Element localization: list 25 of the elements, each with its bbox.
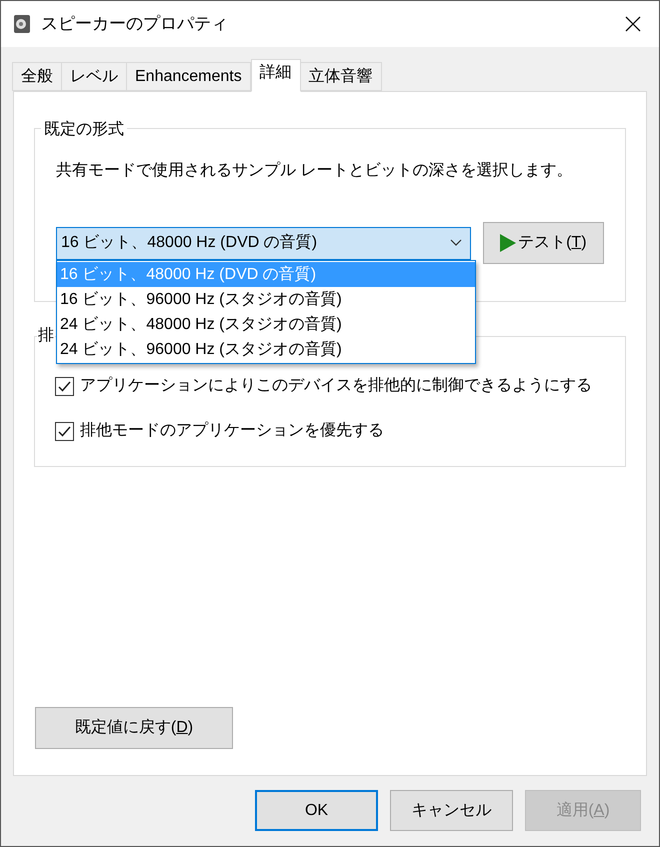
tab[interactable]: 全般 [12, 62, 62, 91]
dropdown-option[interactable]: 24 ビット、48000 Hz (スタジオの音質) [57, 312, 475, 336]
dialog-button[interactable]: OK [255, 790, 378, 831]
checkbox-label: アプリケーションによりこのデバイスを排他的に制御できるようにする [80, 376, 592, 396]
checkmark-icon [58, 426, 71, 436]
description: 共有モードで使用されるサンプル レートとビットの深さを選択します。 [56, 160, 574, 181]
dialog-button[interactable]: キャンセル [390, 790, 513, 831]
dropdown-value: 16 ビット、48000 Hz (DVD の音質) [61, 232, 318, 253]
tab[interactable]: 立体音響 [300, 62, 382, 91]
restore-defaults-button[interactable]: 既定値に戻す(D) [35, 707, 233, 749]
dropdown-option[interactable]: 16 ビット、96000 Hz (スタジオの音質) [57, 286, 475, 312]
window-title: スピーカーのプロパティ [41, 13, 228, 36]
checkmark-icon [58, 380, 71, 392]
play-icon [500, 234, 516, 252]
tab[interactable]: Enhancements [126, 62, 251, 91]
checkbox-label: 排他モードのアプリケーションを優先する [80, 420, 384, 441]
tab[interactable]: 詳細 [250, 59, 301, 92]
dropdown-option[interactable]: 24 ビット、96000 Hz (スタジオの音質) [57, 336, 475, 362]
test-button[interactable]: テスト(T) [482, 222, 604, 264]
speaker-icon [13, 14, 31, 34]
chevron-down-icon [450, 239, 462, 247]
checkbox[interactable] [55, 422, 74, 440]
tab[interactable]: レベル [61, 62, 127, 91]
close-icon[interactable] [625, 16, 641, 32]
checkbox[interactable] [55, 376, 74, 396]
